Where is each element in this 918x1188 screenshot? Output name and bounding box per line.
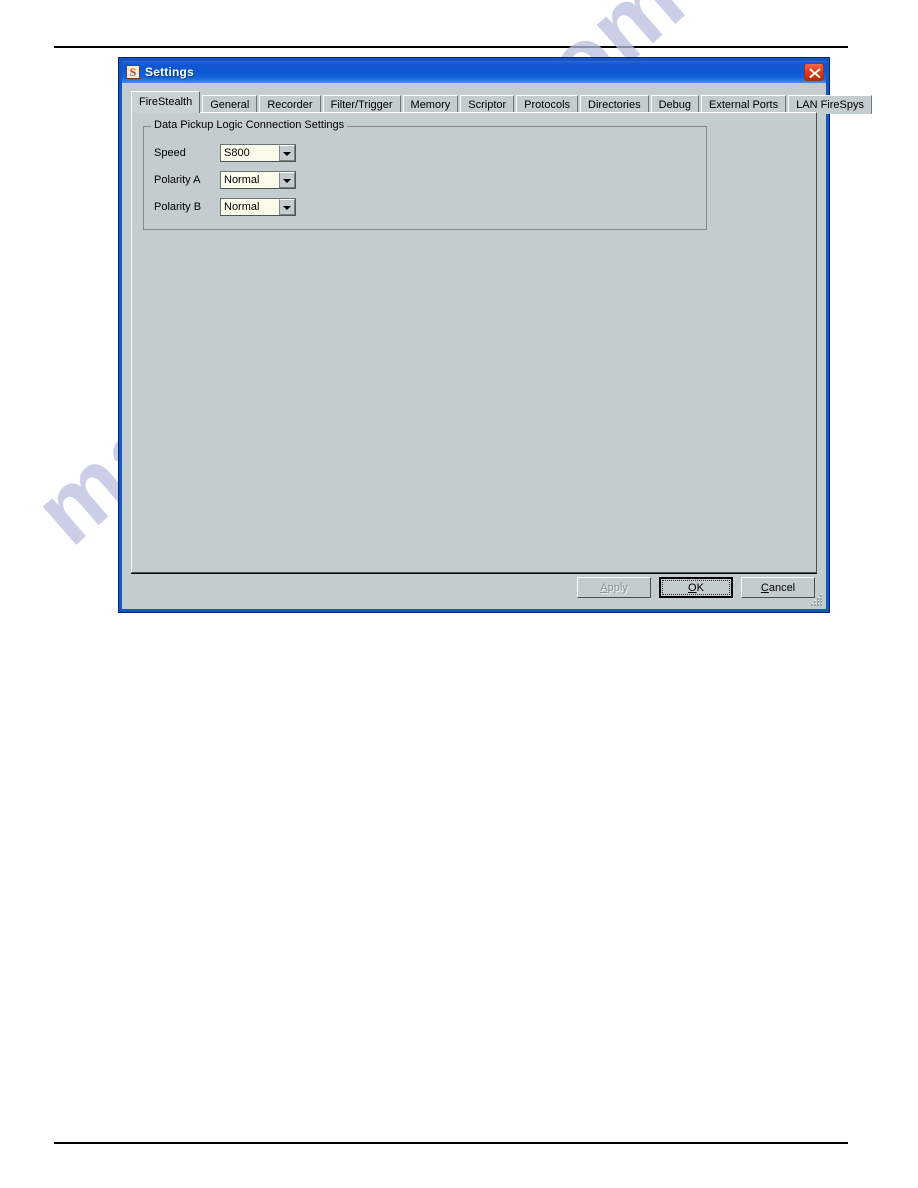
tab-label: General xyxy=(210,99,250,111)
apply-button[interactable]: Apply xyxy=(577,577,651,598)
tab-label: Scriptor xyxy=(468,99,507,111)
chevron-down-icon[interactable] xyxy=(279,199,295,215)
dialog-button-bar: Apply OK Cancel xyxy=(577,577,815,598)
tab-label: Filter/Trigger xyxy=(330,99,393,111)
speed-value: S800 xyxy=(224,147,250,159)
page-rule-top xyxy=(54,46,848,48)
chevron-down-icon[interactable] xyxy=(279,145,295,161)
polarity-b-label: Polarity B xyxy=(154,201,202,213)
tab-label: External Ports xyxy=(709,99,779,111)
tab-firestealth[interactable]: FireStealth xyxy=(131,91,201,113)
apply-label-rest: pply xyxy=(607,581,628,594)
polarity-b-value: Normal xyxy=(224,201,260,213)
window-title: Settings xyxy=(145,65,194,79)
tab-strip: FireStealth General Recorder Filter/Trig… xyxy=(131,91,872,114)
field-row-polarity-a: Polarity A Normal xyxy=(154,171,296,189)
cancel-button[interactable]: Cancel xyxy=(741,577,815,598)
tab-label: Debug xyxy=(658,99,692,111)
tab-label: Directories xyxy=(588,99,641,111)
chevron-down-icon[interactable] xyxy=(279,172,295,188)
group-data-pickup-logic-connection-settings: Data Pickup Logic Connection Settings Sp… xyxy=(143,119,707,230)
polarity-a-label: Polarity A xyxy=(154,174,201,186)
polarity-a-dropdown[interactable]: Normal xyxy=(220,171,296,189)
tab-label: Recorder xyxy=(267,99,313,111)
page-rule-bottom xyxy=(54,1142,848,1144)
polarity-b-dropdown[interactable]: Normal xyxy=(220,198,296,216)
tab-label: FireStealth xyxy=(139,96,193,108)
settings-dialog: Settings FireStealth General Recorder Fi… xyxy=(118,57,872,613)
field-row-polarity-b: Polarity B Normal xyxy=(154,198,296,216)
cancel-label-rest: ancel xyxy=(768,581,796,594)
cancel-accel: C xyxy=(760,581,769,594)
speed-dropdown[interactable]: S800 xyxy=(220,144,296,162)
polarity-a-value: Normal xyxy=(224,174,260,186)
speed-label: Speed xyxy=(154,147,186,159)
tab-label: Protocols xyxy=(524,99,571,111)
close-icon[interactable] xyxy=(804,63,824,81)
resize-grip[interactable] xyxy=(811,594,824,607)
tab-panel-firestealth: Data Pickup Logic Connection Settings Sp… xyxy=(131,112,817,574)
tab-label: LAN FireSpys xyxy=(796,99,864,111)
group-legend: Data Pickup Logic Connection Settings xyxy=(151,119,348,131)
title-bar[interactable]: Settings xyxy=(122,61,826,83)
apply-accel: A xyxy=(600,581,608,594)
app-icon xyxy=(126,65,140,79)
ok-button[interactable]: OK xyxy=(659,577,733,598)
ok-label-rest: K xyxy=(696,581,704,594)
ok-accel: O xyxy=(688,581,697,594)
field-row-speed: Speed S800 xyxy=(154,144,296,162)
tab-label: Memory xyxy=(410,99,451,111)
